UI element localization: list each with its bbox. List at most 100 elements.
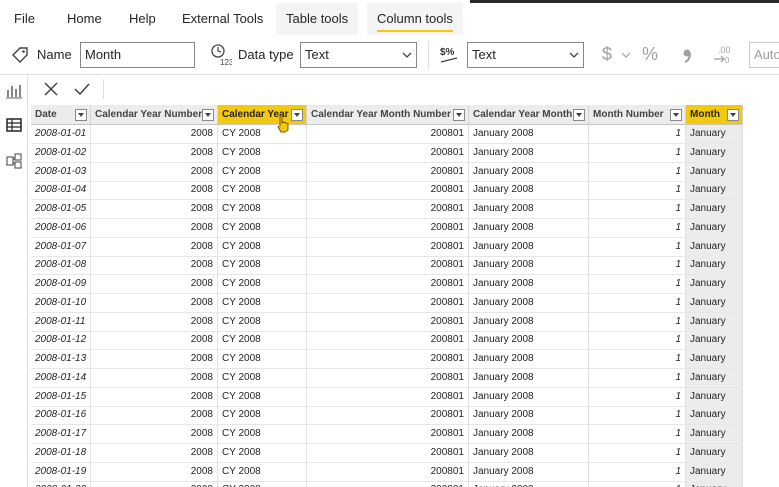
cell-calendar-year[interactable]: CY 2008 [218, 218, 307, 238]
cell-calendar-year-month-number[interactable]: 200801 [307, 162, 469, 182]
cell-date[interactable]: 2008-01-10 [31, 293, 91, 313]
cell-calendar-year-month[interactable]: January 2008 [469, 481, 589, 487]
cell-month-number[interactable]: 1 [589, 312, 686, 332]
cell-month[interactable]: January [686, 443, 743, 463]
cell-month[interactable]: January [686, 312, 743, 332]
cell-calendar-year[interactable]: CY 2008 [218, 368, 307, 388]
cell-month[interactable]: January [686, 387, 743, 407]
cell-calendar-year-month[interactable]: January 2008 [469, 462, 589, 482]
column-filter-dropdown-icon[interactable] [453, 109, 465, 121]
cell-calendar-year[interactable]: CY 2008 [218, 162, 307, 182]
cell-calendar-year-number[interactable]: 2008 [91, 275, 218, 294]
cell-calendar-year[interactable]: CY 2008 [218, 275, 307, 294]
cell-month[interactable]: January [686, 200, 743, 219]
cell-calendar-year-number[interactable]: 2008 [91, 218, 218, 238]
column-header-date[interactable]: Date [31, 105, 91, 125]
cell-calendar-year-number[interactable]: 2008 [91, 368, 218, 388]
cancel-icon[interactable] [43, 81, 59, 97]
cell-calendar-year-month[interactable]: January 2008 [469, 293, 589, 313]
cell-calendar-year-month-number[interactable]: 200801 [307, 293, 469, 313]
cell-calendar-year-month-number[interactable]: 200801 [307, 181, 469, 201]
cell-month-number[interactable]: 1 [589, 162, 686, 182]
cell-calendar-year-month[interactable]: January 2008 [469, 406, 589, 426]
cell-calendar-year-month[interactable]: January 2008 [469, 218, 589, 238]
menu-table-tools[interactable]: Table tools [276, 3, 359, 35]
comma-icon[interactable] [680, 45, 694, 65]
cell-month-number[interactable]: 1 [589, 275, 686, 294]
cell-month[interactable]: January [686, 331, 743, 351]
cell-date[interactable]: 2008-01-13 [31, 350, 91, 369]
cell-month[interactable]: January [686, 368, 743, 388]
cell-month-number[interactable]: 1 [589, 293, 686, 313]
cell-month[interactable]: January [686, 425, 743, 444]
cell-calendar-year-number[interactable]: 2008 [91, 387, 218, 407]
cell-date[interactable]: 2008-01-07 [31, 237, 91, 257]
cell-calendar-year[interactable]: CY 2008 [218, 406, 307, 426]
cell-month[interactable]: January [686, 143, 743, 163]
cell-calendar-year-number[interactable]: 2008 [91, 162, 218, 182]
cell-calendar-year-month-number[interactable]: 200801 [307, 350, 469, 369]
cell-calendar-year-number[interactable]: 2008 [91, 462, 218, 482]
percent-icon[interactable]: % [642, 44, 658, 65]
cell-calendar-year[interactable]: CY 2008 [218, 462, 307, 482]
cell-calendar-year-month-number[interactable]: 200801 [307, 125, 469, 144]
cell-calendar-year-number[interactable]: 2008 [91, 125, 218, 144]
cell-calendar-year-month-number[interactable]: 200801 [307, 443, 469, 463]
cell-month[interactable]: January [686, 275, 743, 294]
cell-calendar-year[interactable]: CY 2008 [218, 481, 307, 487]
cell-calendar-year-number[interactable]: 2008 [91, 256, 218, 276]
cell-month-number[interactable]: 1 [589, 143, 686, 163]
cell-calendar-year-number[interactable]: 2008 [91, 350, 218, 369]
cell-calendar-year-month-number[interactable]: 200801 [307, 275, 469, 294]
cell-month-number[interactable]: 1 [589, 481, 686, 487]
cell-calendar-year-number[interactable]: 2008 [91, 443, 218, 463]
cell-calendar-year-number[interactable]: 2008 [91, 481, 218, 487]
cell-calendar-year-month[interactable]: January 2008 [469, 350, 589, 369]
cell-calendar-year-month[interactable]: January 2008 [469, 200, 589, 219]
cell-calendar-year-month-number[interactable]: 200801 [307, 143, 469, 163]
cell-calendar-year-number[interactable]: 2008 [91, 406, 218, 426]
commit-icon[interactable] [73, 81, 91, 97]
cell-date[interactable]: 2008-01-05 [31, 200, 91, 219]
cell-calendar-year-month-number[interactable]: 200801 [307, 256, 469, 276]
cell-calendar-year-month-number[interactable]: 200801 [307, 218, 469, 238]
cell-month-number[interactable]: 1 [589, 331, 686, 351]
cell-calendar-year-month-number[interactable]: 200801 [307, 462, 469, 482]
cell-month[interactable]: January [686, 406, 743, 426]
cell-date[interactable]: 2008-01-18 [31, 443, 91, 463]
cell-month-number[interactable]: 1 [589, 387, 686, 407]
cell-month[interactable]: January [686, 162, 743, 182]
column-filter-dropdown-icon[interactable] [202, 109, 214, 121]
cell-calendar-year[interactable]: CY 2008 [218, 331, 307, 351]
column-header-month-number[interactable]: Month Number [589, 105, 686, 125]
cell-calendar-year-month[interactable]: January 2008 [469, 125, 589, 144]
report-view-icon[interactable] [4, 81, 24, 101]
model-view-icon[interactable] [4, 151, 24, 171]
cell-calendar-year-month[interactable]: January 2008 [469, 275, 589, 294]
cell-month-number[interactable]: 1 [589, 200, 686, 219]
cell-calendar-year-number[interactable]: 2008 [91, 237, 218, 257]
cell-date[interactable]: 2008-01-09 [31, 275, 91, 294]
cell-month-number[interactable]: 1 [589, 125, 686, 144]
menu-external-tools[interactable]: External Tools [182, 3, 263, 35]
cell-month[interactable]: January [686, 293, 743, 313]
cell-date[interactable]: 2008-01-19 [31, 462, 91, 482]
cell-calendar-year-month-number[interactable]: 200801 [307, 368, 469, 388]
cell-calendar-year-month[interactable]: January 2008 [469, 331, 589, 351]
cell-calendar-year[interactable]: CY 2008 [218, 293, 307, 313]
cell-calendar-year[interactable]: CY 2008 [218, 181, 307, 201]
column-header-calendar-year-month[interactable]: Calendar Year Month [469, 105, 589, 125]
cell-month[interactable]: January [686, 181, 743, 201]
decimals-icon[interactable]: .00 0 [712, 43, 736, 67]
cell-month[interactable]: January [686, 350, 743, 369]
column-header-calendar-year-month-number[interactable]: Calendar Year Month Number [307, 105, 469, 125]
cell-calendar-year-number[interactable]: 2008 [91, 143, 218, 163]
menu-file[interactable]: File [14, 3, 35, 35]
cell-date[interactable]: 2008-01-04 [31, 181, 91, 201]
column-header-calendar-year-number[interactable]: Calendar Year Number [91, 105, 218, 125]
cell-date[interactable]: 2008-01-11 [31, 312, 91, 332]
cell-calendar-year-month[interactable]: January 2008 [469, 143, 589, 163]
cell-month-number[interactable]: 1 [589, 443, 686, 463]
cell-month-number[interactable]: 1 [589, 181, 686, 201]
data-type-select[interactable]: Text [300, 42, 417, 68]
